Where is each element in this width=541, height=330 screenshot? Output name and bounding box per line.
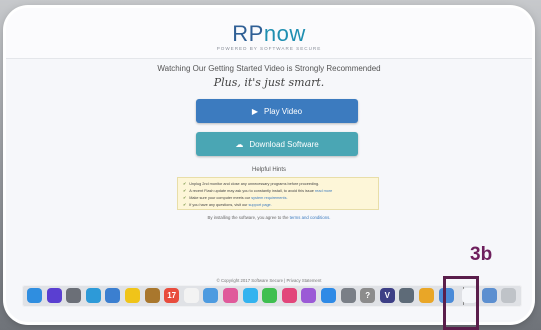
helpful-hints-title: Helpful Hints xyxy=(251,167,286,173)
itunes-icon[interactable] xyxy=(281,288,297,303)
launchpad-icon[interactable] xyxy=(66,288,82,303)
hint-item: ✔ If you have any questions, visit our su… xyxy=(183,203,272,207)
system-requirements-link[interactable]: system requirements. xyxy=(251,196,287,200)
logo-rp-text: RP xyxy=(232,21,264,46)
play-video-button[interactable]: ▶ Play Video xyxy=(196,99,358,123)
app-store-icon[interactable] xyxy=(321,288,336,303)
hint-item: ✔ Unplug 2nd monitor and close any unnece… xyxy=(183,182,320,186)
helpful-hints-box: ✔ Unplug 2nd monitor and close any unnece… xyxy=(177,177,379,210)
terms-agreement-text: By installing the software, you agree to… xyxy=(207,215,331,220)
help-icon[interactable]: ? xyxy=(360,288,376,303)
annotation-highlight-box xyxy=(443,276,479,330)
chrome-icon[interactable] xyxy=(419,288,434,303)
terms-link[interactable]: terms and conditions. xyxy=(290,215,331,220)
system-preferences-icon[interactable] xyxy=(340,288,356,303)
vmware-icon[interactable]: V xyxy=(379,288,395,303)
support-page-link[interactable]: support page. xyxy=(249,203,272,207)
calendar-icon[interactable]: 17 xyxy=(164,288,180,303)
finder-icon[interactable] xyxy=(27,288,42,303)
rpnow-logo[interactable]: RPnow xyxy=(6,21,532,47)
itunes-store-icon[interactable] xyxy=(301,288,317,303)
facetime-icon[interactable] xyxy=(262,288,278,303)
reminders-icon[interactable] xyxy=(183,288,199,303)
read-more-link[interactable]: read more xyxy=(315,189,332,193)
messages-icon[interactable] xyxy=(242,288,258,303)
cloud-download-icon: ☁ xyxy=(235,139,244,149)
image-capture-icon[interactable] xyxy=(399,288,415,303)
step-annotation-label: 3b xyxy=(470,244,493,265)
hint-item: ✔ A recent Flash update may ask you to co… xyxy=(183,189,333,193)
checkmark-icon: ✔ xyxy=(183,189,187,193)
checkmark-icon: ✔ xyxy=(183,203,187,207)
play-video-label: Play Video xyxy=(264,106,303,116)
hint-item: ✔ Make sure your computer meets our syste… xyxy=(183,196,288,200)
powered-by-text: POWERED BY SOFTWARE SECURE xyxy=(216,46,322,51)
downloads-icon[interactable] xyxy=(481,288,497,303)
page-header: RPnow POWERED BY SOFTWARE SECURE xyxy=(6,8,532,59)
checkmark-icon: ✔ xyxy=(183,196,187,200)
photos-icon[interactable] xyxy=(223,288,238,303)
download-software-button[interactable]: ☁ Download Software xyxy=(196,132,358,156)
trash-icon[interactable] xyxy=(501,288,517,303)
download-software-label: Download Software xyxy=(249,139,319,149)
page-tagline: Plus, it's just smart. xyxy=(213,76,325,89)
page-headline: Watching Our Getting Started Video is St… xyxy=(157,64,381,73)
notes-icon[interactable] xyxy=(125,288,140,303)
logo-now-text: now xyxy=(263,21,306,46)
browser-window: RPnow POWERED BY SOFTWARE SECURE Watchin… xyxy=(6,8,532,322)
contacts-icon[interactable] xyxy=(144,288,160,303)
play-circle-icon: ▶ xyxy=(251,106,259,116)
checkmark-icon: ✔ xyxy=(183,182,187,186)
mail-icon[interactable] xyxy=(105,288,121,303)
siri-icon[interactable] xyxy=(46,288,62,303)
preview-icon[interactable] xyxy=(203,288,219,303)
safari-icon[interactable] xyxy=(85,288,101,303)
